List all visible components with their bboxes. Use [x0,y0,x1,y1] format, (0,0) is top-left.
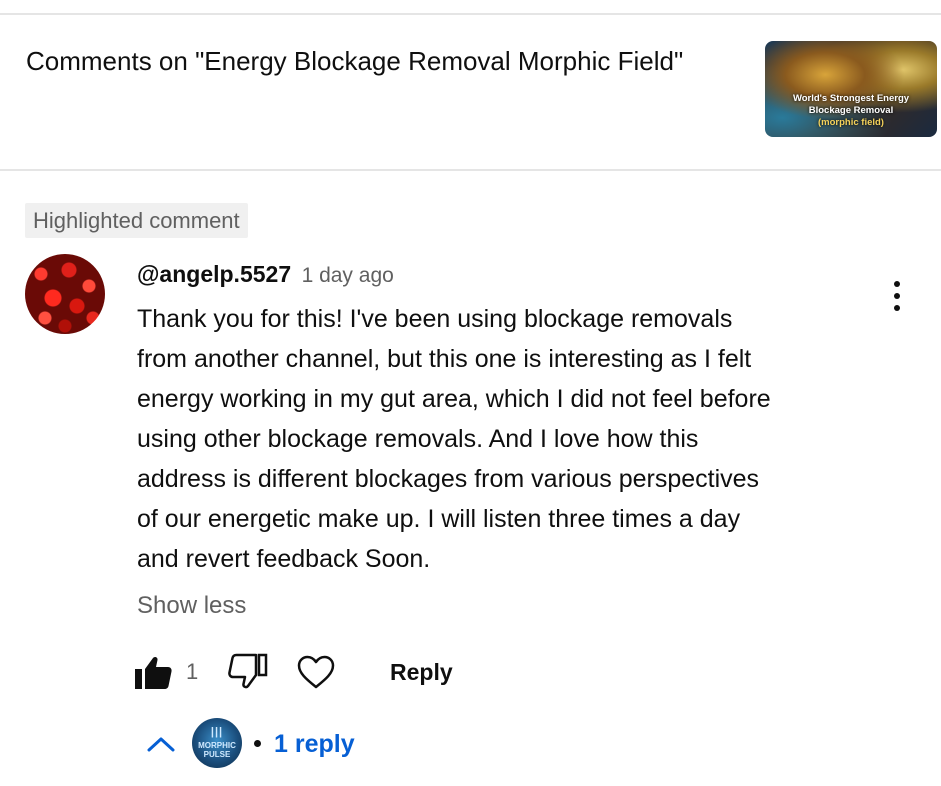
video-thumbnail[interactable]: World's Strongest Energy Blockage Remova… [765,41,937,137]
comment-line: of our energetic make up. I will listen … [137,505,741,533]
show-less-button[interactable]: Show less [137,589,246,623]
thumbnail-caption: World's Strongest Energy Blockage Remova… [765,93,937,129]
channel-logo-line2: PULSE [203,750,231,759]
more-vertical-icon-dot [894,293,900,299]
commenter-avatar[interactable] [25,254,105,334]
comments-header: Comments on "Energy Blockage Removal Mor… [0,15,941,169]
separator-dot [254,740,261,747]
more-options-button[interactable] [880,276,914,316]
comments-title: Comments on "Energy Blockage Removal Mor… [26,46,684,76]
replies-toggle[interactable]: ||| MORPHIC PULSE 1 reply [140,716,440,772]
comment-actions: 1 Reply [132,650,552,694]
more-vertical-icon [894,281,900,287]
highlighted-comment-badge: Highlighted comment [25,203,248,238]
thumbs-down-icon [228,653,268,689]
thumbnail-caption-line2: Blockage Removal [808,105,894,116]
comment-line: energy working in my gut area, which I d… [137,385,771,413]
dislike-button[interactable] [226,650,270,694]
reply-button[interactable]: Reply [390,655,453,689]
comment-line: address is different blockages from vari… [137,465,760,493]
heart-icon [297,655,335,689]
thumbnail-caption-line1: World's Strongest Energy [792,93,910,104]
like-count: 1 [186,659,199,684]
header-divider [0,169,941,171]
logo-bars-icon: ||| [210,726,224,738]
comment-author[interactable]: @angelp.5527 [137,261,291,287]
thumbnail-caption-line3: (morphic field) [818,117,884,128]
thumbs-up-icon [135,656,172,689]
comment-line: from another channel, but this one is in… [137,345,752,373]
channel-avatar: ||| MORPHIC PULSE [192,718,242,768]
comment-meta: @angelp.5527 1 day ago [137,259,394,293]
more-vertical-icon-dot [894,305,900,311]
comment-time[interactable]: 1 day ago [302,264,394,287]
comment-line: Thank you for this! I've been using bloc… [137,305,733,333]
comment-line: and revert feedback Soon. [137,545,431,573]
like-button[interactable] [132,650,176,694]
heart-button[interactable] [294,650,338,694]
comment-text: Thank you for this! I've been using bloc… [137,299,882,579]
chevron-up-icon [147,737,175,752]
comment-line: using other blockage removals. And I lov… [137,425,699,453]
channel-logo-line1: MORPHIC [198,741,236,750]
reply-count-link[interactable]: 1 reply [274,727,355,761]
